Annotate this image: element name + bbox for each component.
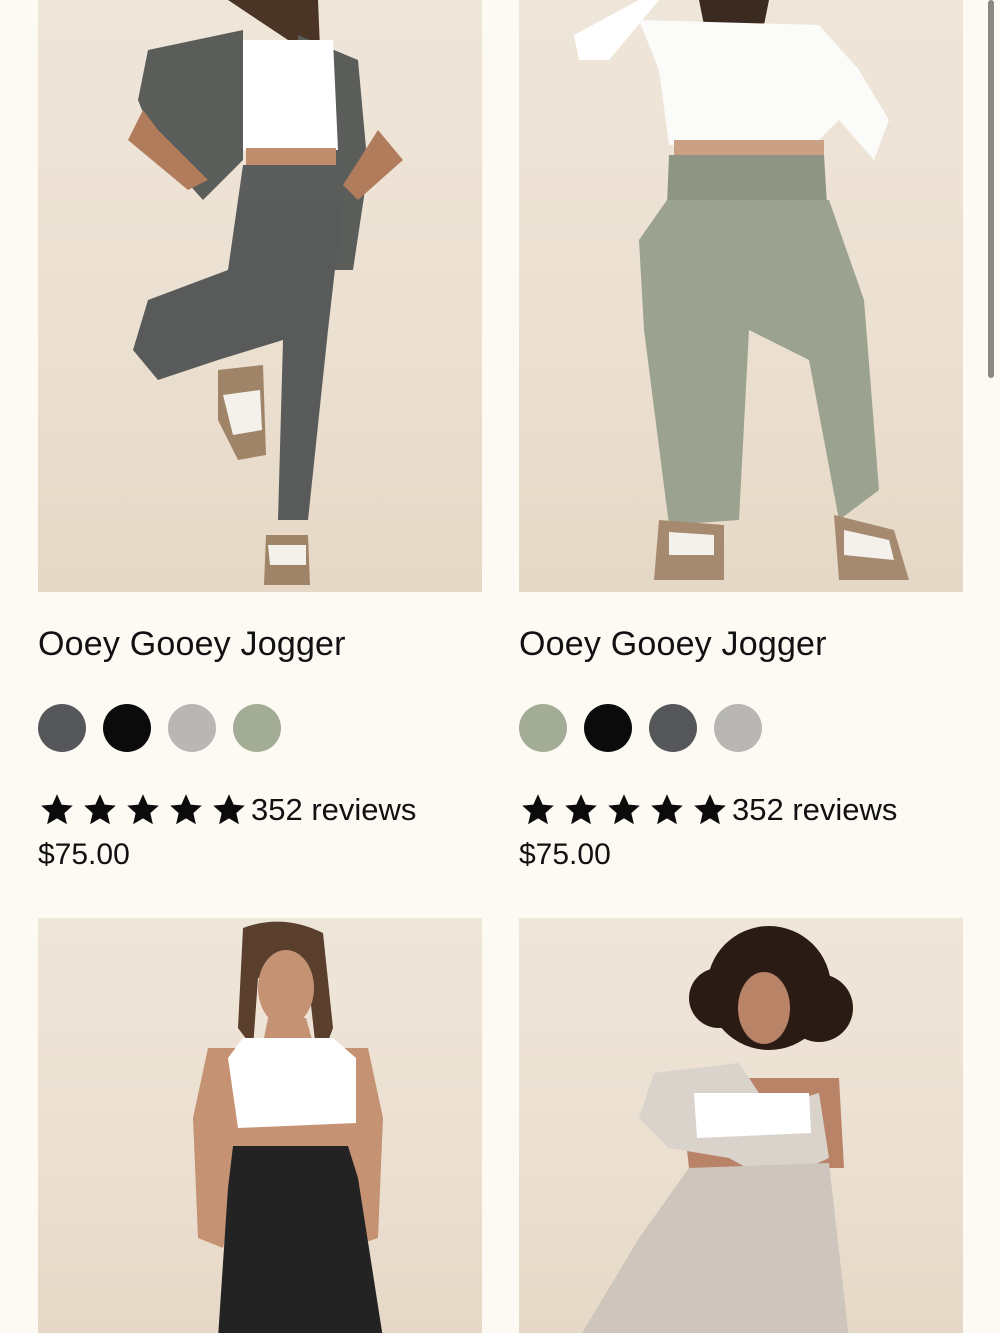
product-image[interactable] [38, 918, 482, 1333]
color-swatches [519, 704, 963, 752]
review-count[interactable]: 352 reviews [732, 792, 897, 828]
star-rating [38, 792, 248, 828]
star-icon [213, 794, 245, 825]
model-photo-black-jogger-icon [193, 921, 383, 1333]
model-photo-sage-jogger-icon [574, 0, 909, 580]
color-swatch-light-grey[interactable] [714, 704, 762, 752]
product-price: $75.00 [519, 838, 611, 871]
star-icon [651, 794, 683, 825]
star-icon [41, 794, 73, 825]
product-image[interactable] [519, 918, 963, 1333]
product-image[interactable] [38, 0, 482, 592]
star-icon [565, 794, 597, 825]
star-icon [608, 794, 640, 825]
star-icon [127, 794, 159, 825]
product-price: $75.00 [38, 838, 130, 871]
product-title[interactable]: Ooey Gooey Jogger [519, 624, 963, 664]
product-card[interactable]: Ooey Gooey Jogger 352 reviews $75.00 [38, 0, 482, 872]
star-icon [170, 794, 202, 825]
model-photo-charcoal-jogger-icon [128, 0, 403, 585]
product-rating[interactable]: 352 reviews [519, 790, 963, 830]
star-icon [522, 794, 554, 825]
product-rating[interactable]: 352 reviews [38, 790, 482, 830]
model-photo-oatmeal-jogger-icon [582, 926, 853, 1333]
color-swatch-sage[interactable] [233, 704, 281, 752]
color-swatch-charcoal[interactable] [38, 704, 86, 752]
color-swatch-light-grey[interactable] [168, 704, 216, 752]
product-card[interactable] [519, 918, 963, 1333]
star-icon [694, 794, 726, 825]
color-swatch-charcoal[interactable] [649, 704, 697, 752]
product-title[interactable]: Ooey Gooey Jogger [38, 624, 482, 664]
color-swatch-sage[interactable] [519, 704, 567, 752]
product-image[interactable] [519, 0, 963, 592]
star-rating [519, 792, 729, 828]
product-card[interactable]: Ooey Gooey Jogger 352 reviews $75.00 [519, 0, 963, 872]
star-icon [84, 794, 116, 825]
product-listing-page: Ooey Gooey Jogger 352 reviews $75.00 Ooe… [0, 0, 1000, 1333]
color-swatches [38, 704, 482, 752]
product-grid: Ooey Gooey Jogger 352 reviews $75.00 Ooe… [38, 0, 963, 1333]
scrollbar[interactable] [988, 0, 994, 378]
color-swatch-black[interactable] [584, 704, 632, 752]
color-swatch-black[interactable] [103, 704, 151, 752]
product-card[interactable] [38, 918, 482, 1333]
review-count[interactable]: 352 reviews [251, 792, 416, 828]
